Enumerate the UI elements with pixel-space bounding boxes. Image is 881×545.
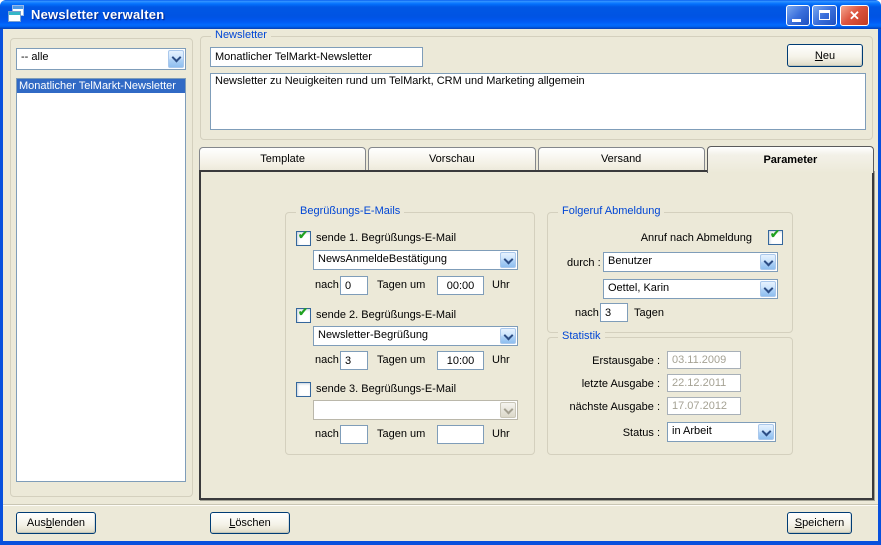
chevron-down-icon — [760, 254, 776, 270]
nach-label: nach — [315, 279, 339, 292]
chevron-down-icon — [500, 328, 516, 344]
chevron-down-icon — [760, 281, 776, 297]
naechste-ausgabe-label: nächste Ausgabe : — [552, 401, 660, 414]
chevron-down-icon — [500, 402, 516, 418]
newsletter-name-input[interactable] — [210, 47, 423, 67]
filter-value: -- alle — [17, 49, 167, 69]
nach-label: nach — [575, 307, 599, 320]
tagen-um-label: Tagen um — [377, 354, 425, 367]
letzte-ausgabe-value — [667, 374, 741, 392]
durch-select[interactable]: Benutzer — [603, 252, 778, 272]
chevron-down-icon — [168, 50, 184, 68]
close-button[interactable]: ✕ — [840, 5, 869, 26]
minimize-icon — [792, 19, 801, 22]
newsletter-window: Newsletter verwalten ✕ -- alle Monatlich… — [0, 0, 881, 545]
nach-label: nach — [315, 428, 339, 441]
sende1-checkbox[interactable]: ✔ — [296, 231, 311, 246]
status-label: Status : — [552, 427, 660, 440]
tab-versand[interactable]: Versand — [538, 147, 705, 170]
tab-strip: Template Vorschau Versand Parameter — [199, 144, 874, 170]
days3-input[interactable] — [340, 425, 368, 444]
tagen-label: Tagen — [634, 307, 664, 320]
chevron-down-icon — [500, 252, 516, 268]
days2-input[interactable] — [340, 351, 368, 370]
chevron-down-icon — [758, 424, 774, 440]
neu-button[interactable]: Neu — [787, 44, 863, 67]
newsletter-listbox: Monatlicher TelMarkt-Newsletter — [16, 78, 186, 482]
title-bar: Newsletter verwalten ✕ — [0, 0, 881, 29]
newsletter-description-textarea[interactable]: Newsletter zu Neuigkeiten rund um TelMar… — [210, 73, 866, 130]
app-icon — [8, 5, 26, 23]
sende3-checkbox[interactable] — [296, 382, 311, 397]
close-icon: ✕ — [841, 8, 868, 23]
ausblenden-button[interactable]: Ausblenden — [16, 512, 96, 534]
sende2-label: sende 2. Begrüßungs-E-Mail — [316, 309, 456, 322]
letzte-ausgabe-label: letzte Ausgabe : — [552, 378, 660, 391]
time2-input[interactable] — [437, 351, 484, 370]
checkmark-icon: ✔ — [298, 306, 308, 319]
followup-days-input[interactable] — [600, 303, 628, 322]
template1-select[interactable]: NewsAnmeldeBestätigung — [313, 250, 518, 270]
footer-separator — [3, 504, 878, 506]
tab-template[interactable]: Template — [199, 147, 366, 170]
erstausgabe-value — [667, 351, 741, 369]
maximize-icon — [819, 10, 830, 20]
uhr-label: Uhr — [492, 354, 510, 367]
nach-label: nach — [315, 354, 339, 367]
template3-select — [313, 400, 518, 420]
checkmark-icon: ✔ — [298, 229, 308, 242]
naechste-ausgabe-value — [667, 397, 741, 415]
sende2-checkbox[interactable]: ✔ — [296, 308, 311, 323]
window-title: Newsletter verwalten — [31, 7, 164, 22]
durch-label: durch : — [567, 257, 601, 270]
list-item[interactable]: Monatlicher TelMarkt-Newsletter — [17, 79, 185, 93]
loeschen-button[interactable]: Löschen — [210, 512, 290, 534]
greeting-group-label: Begrüßungs-E-Mails — [296, 205, 404, 217]
time1-input[interactable] — [437, 276, 484, 295]
tab-parameter[interactable]: Parameter — [707, 146, 874, 173]
maximize-button[interactable] — [812, 5, 837, 26]
template2-select[interactable]: Newsletter-Begrüßung — [313, 326, 518, 346]
sende1-label: sende 1. Begrüßungs-E-Mail — [316, 232, 456, 245]
newsletter-group-label: Newsletter — [211, 29, 271, 41]
checkmark-icon: ✔ — [770, 228, 780, 241]
days1-input[interactable] — [340, 276, 368, 295]
sende3-label: sende 3. Begrüßungs-E-Mail — [316, 383, 456, 396]
anruf-label: Anruf nach Abmeldung — [600, 232, 752, 245]
tagen-um-label: Tagen um — [377, 279, 425, 292]
anruf-checkbox[interactable]: ✔ — [768, 230, 783, 245]
uhr-label: Uhr — [492, 279, 510, 292]
tagen-um-label: Tagen um — [377, 428, 425, 441]
time3-input[interactable] — [437, 425, 484, 444]
speichern-button[interactable]: Speichern — [787, 512, 852, 534]
uhr-label: Uhr — [492, 428, 510, 441]
newsletter-filter-select[interactable]: -- alle — [16, 48, 186, 70]
status-select[interactable]: in Arbeit — [667, 422, 776, 442]
statistik-group-label: Statistik — [558, 330, 605, 342]
tab-vorschau[interactable]: Vorschau — [368, 147, 535, 170]
user-select[interactable]: Oettel, Karin — [603, 279, 778, 299]
followup-group-label: Folgeruf Abmeldung — [558, 205, 664, 217]
erstausgabe-label: Erstausgabe : — [552, 355, 660, 368]
minimize-button[interactable] — [786, 5, 810, 26]
